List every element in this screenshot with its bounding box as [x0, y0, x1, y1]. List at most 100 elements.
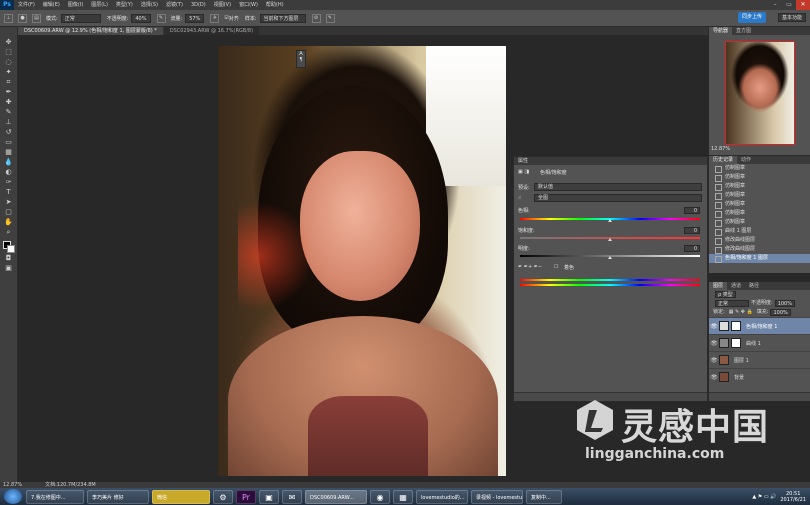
- menu-file[interactable]: 文件(F): [14, 0, 39, 10]
- dodge-tool-icon[interactable]: ◐: [3, 167, 15, 177]
- tab-history[interactable]: 历史记录: [709, 156, 738, 164]
- opacity-field[interactable]: 40%: [131, 13, 151, 23]
- menu-image[interactable]: 图像(I): [64, 0, 87, 10]
- tab-actions[interactable]: 动作: [737, 156, 755, 164]
- menu-help[interactable]: 帮助(H): [262, 0, 288, 10]
- taskbar-item[interactable]: 录视频 - lovemestu...: [471, 489, 523, 504]
- screen-mode-icon[interactable]: ▣: [3, 263, 15, 273]
- taskbar-item[interactable]: 复制中...: [526, 489, 562, 504]
- menu-view[interactable]: 视图(V): [210, 0, 235, 10]
- layer-row[interactable]: 👁 曲线 1: [709, 334, 810, 351]
- history-item[interactable]: 仿制图章: [709, 191, 810, 200]
- taskbar-app-icon[interactable]: ▦: [393, 489, 413, 504]
- blur-tool-icon[interactable]: 💧: [3, 157, 15, 167]
- saturation-value-field[interactable]: 0: [684, 227, 700, 234]
- layer-opacity-field[interactable]: 100%: [774, 300, 795, 307]
- taskbar-item[interactable]: 7.我在修图中...: [26, 489, 84, 504]
- color-swatches[interactable]: [2, 241, 15, 253]
- pressure-size-icon[interactable]: ✎: [325, 13, 335, 23]
- history-item[interactable]: 仿制图章: [709, 218, 810, 227]
- tab-paths[interactable]: 路径: [745, 282, 763, 290]
- lightness-value-field[interactable]: 0: [684, 245, 700, 252]
- menu-3d[interactable]: 3D(D): [187, 0, 210, 10]
- taskbar-item-wechat[interactable]: 微信: [152, 489, 210, 504]
- menu-edit[interactable]: 编辑(E): [39, 0, 64, 10]
- marquee-tool-icon[interactable]: ⬚: [3, 47, 15, 57]
- visibility-eye-icon[interactable]: 👁: [709, 374, 719, 381]
- saturation-slider-thumb[interactable]: [608, 238, 612, 241]
- menu-filter[interactable]: 滤镜(T): [162, 0, 187, 10]
- taskbar-app-icon[interactable]: ⚙: [213, 489, 233, 504]
- tab-navigator[interactable]: 导航器: [709, 27, 733, 35]
- hue-slider-thumb[interactable]: [608, 219, 612, 222]
- history-item[interactable]: 曲线 1 图层: [709, 227, 810, 236]
- clone-stamp-tool-icon[interactable]: ⊥: [3, 117, 15, 127]
- visibility-eye-icon[interactable]: 👁: [709, 357, 719, 364]
- healing-brush-tool-icon[interactable]: ✚: [3, 97, 15, 107]
- hue-value-field[interactable]: 0: [684, 207, 700, 214]
- layer-kind-filter[interactable]: ρ 类型: [715, 291, 736, 298]
- minimize-icon[interactable]: –: [768, 0, 782, 10]
- visibility-eye-icon[interactable]: 👁: [709, 323, 719, 330]
- premiere-icon[interactable]: Pr: [236, 489, 256, 504]
- zoom-tool-icon[interactable]: ⌕: [3, 227, 15, 237]
- menu-window[interactable]: 窗口(W): [235, 0, 262, 10]
- type-tool-icon[interactable]: T: [3, 187, 15, 197]
- lasso-tool-icon[interactable]: ◌: [3, 57, 15, 67]
- layer-name[interactable]: 图层 1: [734, 357, 749, 364]
- tab-layers[interactable]: 图层: [709, 282, 728, 290]
- sample-select[interactable]: 当前和下方图层: [259, 13, 306, 23]
- layer-name[interactable]: 背景: [734, 374, 744, 381]
- history-item-current[interactable]: 色相/饱和度 1 图层: [709, 254, 810, 263]
- chrome-icon[interactable]: ◉: [370, 489, 390, 504]
- navigator-zoom[interactable]: 12.87%: [711, 146, 730, 152]
- taskbar-app-icon[interactable]: ✉: [282, 489, 302, 504]
- eyedropper-icons[interactable]: ✒ ✒+ ✒−: [518, 264, 542, 270]
- history-brush-tool-icon[interactable]: ↺: [3, 127, 15, 137]
- layer-row[interactable]: 👁 色相/饱和度 1: [709, 317, 810, 334]
- menu-layer[interactable]: 图层(L): [87, 0, 112, 10]
- menu-select[interactable]: 选择(S): [137, 0, 162, 10]
- tab-dsc02943[interactable]: DSC02943.ARW @ 16.7%(RGB/8): [163, 27, 260, 35]
- layer-mask-thumbnail[interactable]: [731, 321, 741, 331]
- preset-select[interactable]: 默认值: [534, 183, 702, 191]
- layer-row[interactable]: 👁 背景: [709, 368, 810, 385]
- hand-tool-icon[interactable]: ✋: [3, 217, 15, 227]
- channel-select[interactable]: 全图: [534, 194, 702, 202]
- pressure-opacity-icon[interactable]: ✎: [156, 13, 166, 23]
- navigator-thumbnail[interactable]: [725, 41, 795, 145]
- pen-tool-icon[interactable]: ✑: [3, 177, 15, 187]
- clone-stamp-tool-icon[interactable]: ⊥: [4, 13, 13, 23]
- brush-tool-icon[interactable]: ✎: [3, 107, 15, 117]
- tab-histogram[interactable]: 直方图: [732, 27, 755, 35]
- history-item[interactable]: 仿制图章: [709, 164, 810, 173]
- close-icon[interactable]: ✕: [796, 0, 810, 10]
- flow-field[interactable]: 57%: [185, 13, 205, 23]
- menu-type[interactable]: 类型(Y): [112, 0, 137, 10]
- quick-select-tool-icon[interactable]: ✦: [3, 67, 15, 77]
- layer-name[interactable]: 曲线 1: [746, 340, 761, 347]
- history-item[interactable]: 仿制图章: [709, 182, 810, 191]
- ignore-adjustment-icon[interactable]: ⊘: [311, 13, 321, 23]
- toggle-brush-panel-icon[interactable]: ▤: [32, 13, 41, 23]
- visibility-eye-icon[interactable]: 👁: [709, 340, 719, 347]
- blend-mode-select[interactable]: 正常: [715, 300, 749, 307]
- colorize-checkbox[interactable]: ☐: [554, 264, 558, 270]
- history-item[interactable]: 仿制图章: [709, 209, 810, 218]
- path-select-tool-icon[interactable]: ➤: [3, 197, 15, 207]
- eyedropper-tool-icon[interactable]: ✒: [3, 87, 15, 97]
- mode-select[interactable]: 正常: [60, 13, 101, 23]
- lightness-slider-thumb[interactable]: [608, 256, 612, 259]
- fill-field[interactable]: 100%: [770, 309, 791, 316]
- airbrush-icon[interactable]: ✈: [210, 13, 220, 23]
- lock-icons[interactable]: ▦ ✎ ✥ 🔒: [729, 308, 753, 317]
- layer-row[interactable]: 👁 图层 1: [709, 351, 810, 368]
- tray-icons[interactable]: ▲ ⚑ ▭ 🔊: [752, 494, 776, 500]
- shape-tool-icon[interactable]: ▢: [3, 207, 15, 217]
- move-tool-icon[interactable]: ✥: [3, 37, 15, 47]
- document-canvas-photo[interactable]: [218, 46, 506, 476]
- taskbar-photoshop[interactable]: DSC00609.ARW...: [305, 489, 367, 504]
- maximize-icon[interactable]: ▭: [782, 0, 796, 10]
- cloud-sync-button[interactable]: 同步上传: [737, 12, 766, 23]
- background-color[interactable]: [6, 245, 15, 253]
